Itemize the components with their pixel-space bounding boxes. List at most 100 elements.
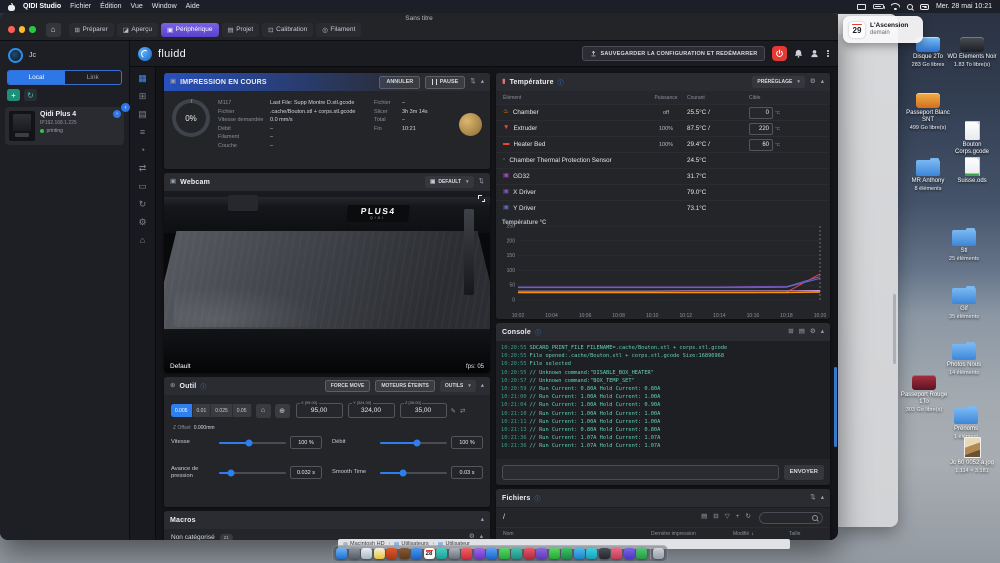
collapse-panel-icon[interactable]: ▴ bbox=[481, 383, 484, 390]
slider-d-bit[interactable] bbox=[380, 442, 447, 444]
display-icon[interactable] bbox=[857, 4, 866, 10]
dock-podcasts-icon[interactable] bbox=[474, 548, 485, 559]
printer-card[interactable]: Qidi Plus 4 IP192.168.1.225 printing › bbox=[5, 107, 124, 145]
tab-aper-u[interactable]: ◪Aperçu bbox=[117, 23, 158, 37]
dock-messages-icon[interactable] bbox=[549, 548, 560, 559]
sidebar-collapse-button[interactable]: ‹ bbox=[121, 103, 130, 112]
dock-safari-icon[interactable] bbox=[361, 548, 372, 559]
preset-dropdown[interactable]: PRÉRÉGLAGE▾ bbox=[752, 76, 805, 88]
menubar-item-fichier[interactable]: Fichier bbox=[70, 3, 91, 10]
desktop-icon-wd-elements-noir[interactable]: WD Elements Noir1.83 To libre(s) bbox=[946, 30, 998, 68]
desktop-icon-bouton-corps-gcode[interactable]: Bouton Corps.gcode bbox=[946, 118, 998, 156]
column-header-nom[interactable]: Nom bbox=[503, 531, 651, 537]
filter-icon[interactable]: ▽ bbox=[725, 514, 730, 521]
step-button-0.025[interactable]: 0.025 bbox=[211, 404, 233, 417]
dock-tv-icon[interactable] bbox=[524, 548, 535, 559]
desktop-icon-stl[interactable]: Stl25 éléments bbox=[938, 224, 990, 262]
notifications-bell-icon[interactable] bbox=[794, 49, 803, 58]
axis-input-x[interactable]: X [95.00]95,00 bbox=[296, 403, 343, 418]
collapse-panel-icon[interactable]: ▴ bbox=[821, 79, 824, 86]
console-input[interactable] bbox=[502, 465, 779, 480]
view-mode-icon[interactable]: ⇅ bbox=[810, 495, 815, 502]
dock-facetime-icon[interactable] bbox=[436, 548, 447, 559]
dashboard-icon[interactable]: ▦ bbox=[138, 74, 147, 83]
search-icon[interactable] bbox=[907, 4, 913, 10]
dock-app-store-icon[interactable] bbox=[486, 548, 497, 559]
home-button[interactable]: ⌂ bbox=[46, 23, 61, 37]
dock-music-icon[interactable] bbox=[461, 548, 472, 559]
battery-icon[interactable] bbox=[873, 4, 884, 10]
zoom-button[interactable] bbox=[29, 26, 36, 33]
console-log[interactable]: 10:20:55SDCARD_PRINT_FILE FILENAME=.cach… bbox=[496, 341, 830, 459]
configure-icon[interactable]: ⚙ bbox=[138, 218, 146, 227]
swap-icon[interactable]: ⇅ bbox=[470, 79, 475, 86]
column-header-derniere-impression[interactable]: Dernière impression bbox=[651, 531, 733, 537]
home-xy-button[interactable]: ⊕ bbox=[275, 404, 290, 418]
slider-thumb[interactable] bbox=[413, 439, 420, 446]
menubar-item-vue[interactable]: Vue bbox=[131, 3, 143, 10]
gear-icon[interactable]: ⚙ bbox=[810, 79, 816, 86]
tab-projet[interactable]: ▤Projet bbox=[222, 23, 260, 37]
calendar-notification[interactable]: 29 L'Ascension demain bbox=[843, 16, 923, 43]
add-file-icon[interactable]: + bbox=[736, 514, 740, 521]
temperature-row[interactable]: ▣GD3231.7°C bbox=[496, 168, 830, 184]
desktop-icon-gif[interactable]: Gif35 éléments bbox=[938, 282, 990, 320]
temperature-row[interactable]: ▣Y Driver73.1°C bbox=[496, 200, 830, 216]
console-icon[interactable]: ▭ bbox=[138, 182, 147, 191]
apple-menu-icon[interactable] bbox=[8, 3, 15, 11]
tab-filament[interactable]: ◎Filament bbox=[316, 23, 361, 37]
minimize-button[interactable] bbox=[19, 26, 26, 33]
motors-off-button[interactable]: MOTEURS ÉTEINTS bbox=[375, 380, 435, 392]
gear-icon[interactable]: ⚙ bbox=[810, 329, 816, 336]
tune-icon[interactable]: ⇄ bbox=[139, 164, 147, 173]
axis-input-z[interactable]: Z [35.00]35,00 bbox=[400, 403, 447, 418]
dock-numbers-icon[interactable] bbox=[511, 548, 522, 559]
menubar-item-qidi-studio[interactable]: QIDI Studio bbox=[23, 3, 61, 10]
slider-avance-de-pression[interactable] bbox=[219, 472, 286, 474]
dock-utilities-icon[interactable] bbox=[399, 548, 410, 559]
webcam-stream[interactable]: PLUS4 QIDI Default fps: 05 bbox=[164, 191, 490, 373]
step-button-0.05[interactable]: 0.05 bbox=[233, 404, 252, 417]
temperature-row[interactable]: ▬Heater Bed100%29.4°C /60°C bbox=[496, 136, 830, 152]
dock-system-settings-icon[interactable] bbox=[449, 548, 460, 559]
desktop-icon-jc-60-0052-a-jpg[interactable]: Jc 60 0052 a.jpg1.114 × 3.181 bbox=[946, 436, 998, 474]
desktop-icon-suisse-ods[interactable]: Suisse.ods bbox=[946, 154, 998, 185]
cancel-print-button[interactable]: ANNULER bbox=[379, 76, 420, 89]
dock-photoshop-icon[interactable] bbox=[386, 548, 397, 559]
menubar-item-dition[interactable]: Édition bbox=[100, 3, 121, 10]
emergency-stop-button[interactable] bbox=[772, 46, 787, 61]
edit-icon[interactable]: ✎ bbox=[451, 407, 456, 415]
dock-trash-icon[interactable] bbox=[653, 548, 664, 559]
send-button[interactable]: ENVOYER bbox=[784, 465, 824, 480]
target-temp-input[interactable]: 60 bbox=[749, 139, 773, 151]
dock-notes-icon[interactable] bbox=[374, 548, 385, 559]
wifi-icon[interactable] bbox=[891, 3, 900, 10]
dock-telegram-icon[interactable] bbox=[574, 548, 585, 559]
slider-thumb[interactable] bbox=[228, 469, 235, 476]
dock-launchpad-icon[interactable] bbox=[349, 548, 360, 559]
home-all-button[interactable]: ⌂ bbox=[256, 404, 271, 418]
window-titlebar[interactable]: Sans titre ⌂ ⊞Préparer◪Aperçu▣Périphériq… bbox=[0, 13, 838, 41]
tab-link[interactable]: Link bbox=[65, 71, 122, 84]
file-search-input[interactable] bbox=[759, 512, 823, 524]
layout-icon[interactable]: ⊞ bbox=[139, 92, 147, 101]
expand-icon[interactable] bbox=[478, 195, 485, 202]
menubar-item-window[interactable]: Window bbox=[152, 3, 177, 10]
camera-select[interactable]: ▣DEFAULT▾ bbox=[425, 176, 473, 188]
step-button-0.01[interactable]: 0.01 bbox=[193, 404, 212, 417]
slider-smooth-time[interactable] bbox=[380, 472, 447, 474]
axis-input-y[interactable]: Y [324.00]324,00 bbox=[348, 403, 395, 418]
column-header-taille[interactable]: Taille bbox=[789, 531, 823, 537]
menubar-clock[interactable]: Mer. 28 mai 10:21 bbox=[936, 3, 992, 10]
fluidd-logo-icon[interactable] bbox=[138, 47, 152, 61]
desktop-icon-pr-noms[interactable]: Prénoms1 élément bbox=[940, 402, 992, 440]
swap-axes-icon[interactable]: ⇄ bbox=[460, 407, 465, 415]
tab-pr-parer[interactable]: ⊞Préparer bbox=[69, 23, 114, 37]
tab-local[interactable]: Local bbox=[8, 71, 65, 84]
overflow-menu-icon[interactable] bbox=[826, 49, 830, 58]
menubar-item-aide[interactable]: Aide bbox=[186, 3, 200, 10]
collapse-panel-icon[interactable]: ▴ bbox=[821, 329, 824, 336]
step-button-0.005[interactable]: 0.005 bbox=[171, 404, 193, 417]
dock-spotify-icon[interactable] bbox=[561, 548, 572, 559]
temperature-row[interactable]: ◦Chamber Thermal Protection Sensor24.5°C bbox=[496, 152, 830, 168]
